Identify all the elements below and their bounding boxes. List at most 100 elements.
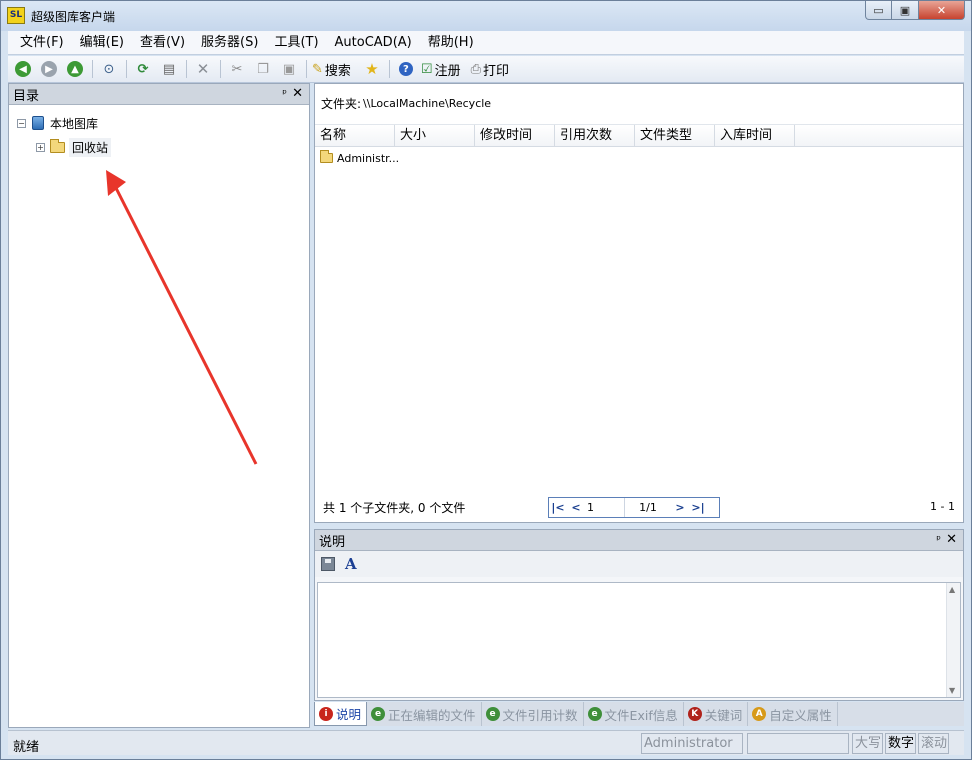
toolbar-separator bbox=[220, 60, 221, 78]
column-header-size[interactable]: 大小 bbox=[395, 125, 475, 147]
browse-button[interactable]: ⊙ bbox=[98, 58, 120, 80]
close-pane-icon[interactable]: ✕ bbox=[946, 532, 957, 547]
copy-button[interactable]: ❐ bbox=[252, 58, 274, 80]
maximize-button[interactable]: ▣ bbox=[892, 1, 919, 20]
column-header-references[interactable]: 引用次数 bbox=[555, 125, 635, 147]
cut-icon: ✂ bbox=[231, 61, 243, 77]
status-text: 就绪 bbox=[13, 740, 40, 755]
tab-label: 文件引用计数 bbox=[502, 707, 578, 723]
status-empty-cell bbox=[747, 733, 849, 754]
page-input[interactable]: 1 bbox=[585, 498, 625, 517]
menu-autocad[interactable]: AutoCAD(A) bbox=[327, 32, 420, 54]
attribute-icon: A bbox=[752, 707, 767, 721]
e-icon: e bbox=[587, 707, 602, 721]
scroll-down-icon[interactable]: ▼ bbox=[949, 686, 955, 695]
prev-page-icon[interactable]: < bbox=[567, 501, 585, 514]
tab-label: 自定义属性 bbox=[769, 707, 832, 723]
computer-icon bbox=[30, 115, 46, 131]
tab-description[interactable]: i 说明 bbox=[314, 702, 368, 726]
up-button[interactable]: ▲ bbox=[64, 58, 86, 80]
file-summary: 共 1 个子文件夹, 0 个文件 bbox=[323, 500, 466, 515]
tab-info-4[interactable]: K 关键词 bbox=[684, 702, 749, 726]
tree-item-label: 回收站 bbox=[69, 137, 112, 157]
up-icon: ▲ bbox=[67, 61, 83, 77]
folder-icon bbox=[320, 150, 333, 163]
pin-icon[interactable]: ᵖ bbox=[936, 533, 941, 546]
column-header-imported[interactable]: 入库时间 bbox=[715, 125, 795, 147]
tab-info-1[interactable]: e 正在编辑的文件 bbox=[367, 702, 482, 726]
delete-icon: ✕ bbox=[196, 60, 210, 78]
forward-icon: ▶ bbox=[41, 61, 57, 77]
status-scroll: 滚动 bbox=[918, 733, 949, 754]
menu-view[interactable]: 查看(V) bbox=[132, 32, 193, 54]
properties-button[interactable]: ▤ bbox=[158, 58, 180, 80]
menu-help[interactable]: 帮助(H) bbox=[420, 32, 482, 54]
scroll-up-icon[interactable]: ▲ bbox=[949, 585, 955, 594]
toolbar-separator bbox=[92, 60, 93, 78]
menu-edit[interactable]: 编辑(E) bbox=[72, 32, 132, 54]
description-textarea[interactable]: ▲ ▼ bbox=[317, 582, 961, 698]
refresh-icon: ⟳ bbox=[137, 61, 149, 77]
column-header-type[interactable]: 文件类型 bbox=[635, 125, 715, 147]
tab-info-5[interactable]: A 自定义属性 bbox=[748, 702, 838, 726]
font-icon[interactable]: A bbox=[345, 555, 357, 573]
directory-pane-header: 目录 ᵖ ✕ bbox=[9, 84, 309, 105]
next-page-icon[interactable]: > bbox=[671, 501, 689, 514]
close-pane-icon[interactable]: ✕ bbox=[292, 86, 303, 101]
tab-info-3[interactable]: e 文件Exif信息 bbox=[584, 702, 684, 726]
menu-tools[interactable]: 工具(T) bbox=[266, 32, 326, 54]
app-logo-icon: SL bbox=[7, 7, 25, 24]
expand-icon[interactable]: + bbox=[36, 142, 45, 152]
toolbar-separator bbox=[306, 60, 307, 78]
save-icon[interactable] bbox=[321, 557, 335, 571]
collapse-icon[interactable]: − bbox=[17, 118, 26, 128]
list-item[interactable]: Administr... bbox=[315, 149, 963, 167]
register-icon: ☑ bbox=[420, 61, 433, 77]
vertical-scrollbar[interactable]: ▲ ▼ bbox=[946, 583, 960, 697]
e-icon: e bbox=[371, 707, 386, 721]
paste-icon: ▣ bbox=[282, 61, 296, 77]
favorites-button[interactable]: ★ bbox=[361, 58, 383, 80]
tab-label: 关键词 bbox=[704, 707, 743, 723]
delete-button[interactable]: ✕ bbox=[192, 58, 214, 80]
column-header-name[interactable]: 名称 bbox=[315, 125, 395, 147]
status-num: 数字 bbox=[885, 733, 916, 754]
search-button[interactable]: ✎ 搜索 bbox=[312, 60, 351, 79]
register-button[interactable]: ☑ 注册 bbox=[421, 60, 461, 79]
file-list-header: 名称 大小 修改时间 引用次数 文件类型 入库时间 bbox=[315, 124, 963, 147]
search-label: 搜索 bbox=[324, 63, 351, 79]
pin-icon[interactable]: ᵖ bbox=[282, 87, 287, 100]
tree-item-recycle-bin[interactable]: + 回收站 bbox=[9, 135, 309, 159]
path-bar: 文件夹: \\LocalMachine\Recycle bbox=[315, 84, 963, 122]
column-header-modified[interactable]: 修改时间 bbox=[475, 125, 555, 147]
first-page-icon[interactable]: |< bbox=[549, 501, 567, 514]
paste-button[interactable]: ▣ bbox=[278, 58, 300, 80]
minimize-button[interactable]: ▭ bbox=[865, 1, 892, 20]
pager: |< < 1 1/1 > >| bbox=[548, 497, 720, 518]
tree-item-local-library[interactable]: − 本地图库 bbox=[9, 111, 309, 135]
copy-icon: ❐ bbox=[257, 61, 269, 77]
tab-label: 文件Exif信息 bbox=[604, 707, 678, 723]
cut-button[interactable]: ✂ bbox=[226, 58, 248, 80]
menu-file[interactable]: 文件(F) bbox=[12, 32, 72, 54]
menu-server[interactable]: 服务器(S) bbox=[193, 32, 266, 54]
close-button[interactable]: ✕ bbox=[919, 1, 965, 20]
status-user: Administrator bbox=[641, 733, 743, 754]
keyword-icon: K bbox=[687, 707, 702, 721]
back-button[interactable]: ◀ bbox=[12, 58, 34, 80]
search-icon: ✎ bbox=[312, 61, 323, 77]
help-button[interactable]: ? bbox=[395, 58, 417, 80]
description-pane: 说明 ᵖ ✕ A ▲ ▼ bbox=[314, 529, 964, 701]
print-label: 打印 bbox=[483, 63, 510, 79]
info-tabs: i 说明 e 正在编辑的文件 e 文件引用计数 e 文件Exif信息 K 关键词 A 自定义属性 bbox=[314, 702, 964, 726]
print-button[interactable]: ⎙ 打印 bbox=[471, 60, 509, 79]
last-page-icon[interactable]: >| bbox=[689, 501, 707, 514]
print-icon: ⎙ bbox=[470, 61, 481, 77]
forward-button[interactable]: ▶ bbox=[38, 58, 60, 80]
refresh-button[interactable]: ⟳ bbox=[132, 58, 154, 80]
tab-info-2[interactable]: e 文件引用计数 bbox=[482, 702, 584, 726]
info-icon: i bbox=[319, 706, 333, 721]
register-label: 注册 bbox=[434, 63, 461, 79]
file-summary-bar: 共 1 个子文件夹, 0 个文件 |< < 1 1/1 > >| 1 - 1 bbox=[315, 492, 963, 522]
page-count: 1/1 bbox=[639, 501, 657, 514]
